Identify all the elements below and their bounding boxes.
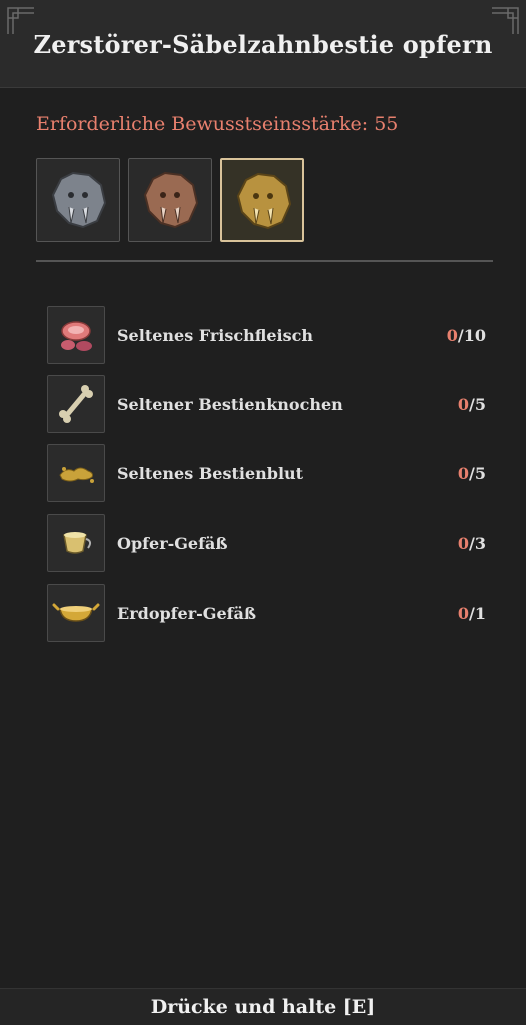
tier-option-gold[interactable] [220, 158, 304, 242]
material-icon-frame [47, 306, 105, 364]
sabertooth-beast-silver-icon [51, 171, 107, 229]
raw-meat-icon [61, 321, 92, 351]
material-row[interactable]: Seltenes Frischfleisch 0/10 [47, 306, 491, 364]
hold-button-bar[interactable]: Drücke und halte [E] [0, 988, 526, 1025]
material-icon-frame [47, 584, 105, 642]
page-title: Zerstörer-Säbelzahnbestie opfern [33, 30, 493, 59]
sabertooth-beast-gold-icon [236, 172, 292, 230]
material-row[interactable]: Seltenes Bestienblut 0/5 [47, 444, 491, 502]
sabertooth-beast-bronze-icon [143, 171, 199, 229]
material-row[interactable]: Seltener Bestienknochen 0/5 [47, 375, 491, 433]
divider [36, 260, 493, 262]
material-name: Seltenes Bestienblut [117, 464, 304, 483]
requirement-text: Erforderliche Bewusstseinsstärke: 55 [36, 113, 399, 135]
material-name: Erdopfer-Gefäß [117, 604, 257, 623]
material-icon-frame [47, 375, 105, 433]
tier-option-silver[interactable] [36, 158, 120, 242]
blood-icon [59, 467, 94, 483]
material-name: Seltenes Frischfleisch [117, 326, 314, 345]
bone-icon [59, 385, 93, 423]
material-count: 0/10 [446, 326, 486, 345]
dialog-header: Zerstörer-Säbelzahnbestie opfern [0, 0, 526, 88]
material-count: 0/1 [457, 604, 486, 623]
material-name: Opfer-Gefäß [117, 534, 228, 553]
cup-icon [63, 532, 92, 554]
material-icon-frame [47, 444, 105, 502]
material-count: 0/5 [457, 395, 486, 414]
hold-key-hint: Drücke und halte [E] [150, 996, 376, 1018]
material-row[interactable]: Erdopfer-Gefäß 0/1 [47, 584, 491, 642]
material-row[interactable]: Opfer-Gefäß 0/3 [47, 514, 491, 572]
material-count: 0/5 [457, 464, 486, 483]
material-name: Seltener Bestienknochen [117, 395, 343, 414]
material-icon-frame [47, 514, 105, 572]
tier-option-bronze[interactable] [128, 158, 212, 242]
bowl-icon [52, 603, 100, 622]
material-count: 0/3 [457, 534, 486, 553]
